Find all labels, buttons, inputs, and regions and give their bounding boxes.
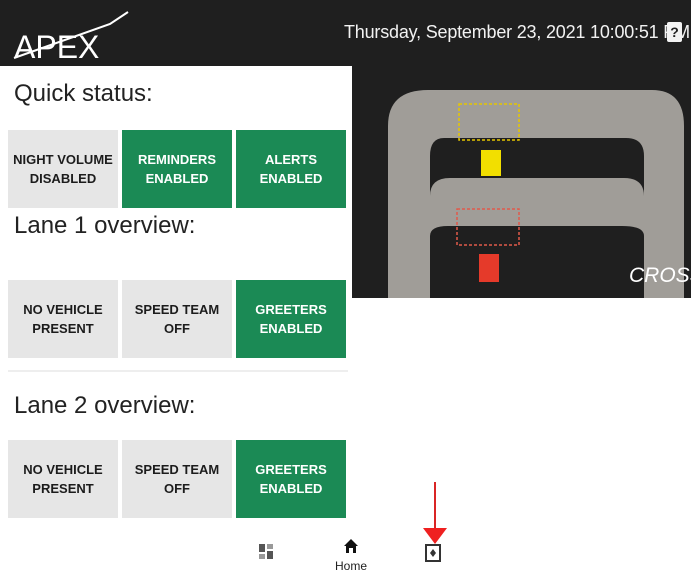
alerts-tile[interactable]: ALERTS ENABLED bbox=[236, 130, 346, 208]
lane1-speed-team-tile[interactable]: SPEED TEAM OFF bbox=[122, 280, 232, 358]
grid-icon bbox=[259, 544, 273, 559]
section-divider bbox=[8, 370, 348, 372]
lane2-title: Lane 2 overview: bbox=[14, 392, 196, 419]
top-bar: APEX Thursday, September 23, 2021 10:00:… bbox=[0, 0, 691, 66]
apex-logo: APEX bbox=[13, 11, 129, 65]
reminders-tile[interactable]: REMINDERS ENABLED bbox=[122, 130, 232, 208]
night-volume-tile[interactable]: NIGHT VOLUME DISABLED bbox=[8, 130, 118, 208]
nav-home[interactable]: Home bbox=[326, 538, 376, 573]
frame-icon bbox=[425, 544, 441, 562]
nav-home-label: Home bbox=[334, 559, 367, 573]
lane1-title: Lane 1 overview: bbox=[14, 212, 196, 239]
cross-label: CROSS bbox=[629, 264, 691, 287]
lane1-indicator bbox=[481, 150, 501, 176]
lane2-vehicle-tile[interactable]: NO VEHICLE PRESENT bbox=[8, 440, 118, 518]
help-icon[interactable]: ? bbox=[667, 22, 682, 42]
nav-settings[interactable] bbox=[424, 544, 442, 567]
lane1-greeters-tile[interactable]: GREETERS ENABLED bbox=[236, 280, 346, 358]
lane-map-drawing: CROSS bbox=[352, 66, 691, 298]
quick-status-title: Quick status: bbox=[14, 80, 153, 107]
bottom-nav: Home bbox=[0, 520, 691, 582]
svg-text:APEX: APEX bbox=[14, 29, 99, 65]
datetime-display: Thursday, September 23, 2021 10:00:51 PM bbox=[344, 22, 690, 42]
lane2-indicator bbox=[479, 254, 499, 282]
home-icon bbox=[344, 539, 358, 553]
lane-map: CROSS bbox=[352, 66, 691, 298]
status-panel: Quick status: NIGHT VOLUME DISABLED REMI… bbox=[0, 66, 352, 582]
lane2-greeters-tile[interactable]: GREETERS ENABLED bbox=[236, 440, 346, 518]
lane2-speed-team-tile[interactable]: SPEED TEAM OFF bbox=[122, 440, 232, 518]
lane1-vehicle-tile[interactable]: NO VEHICLE PRESENT bbox=[8, 280, 118, 358]
nav-dashboard[interactable] bbox=[257, 544, 277, 569]
